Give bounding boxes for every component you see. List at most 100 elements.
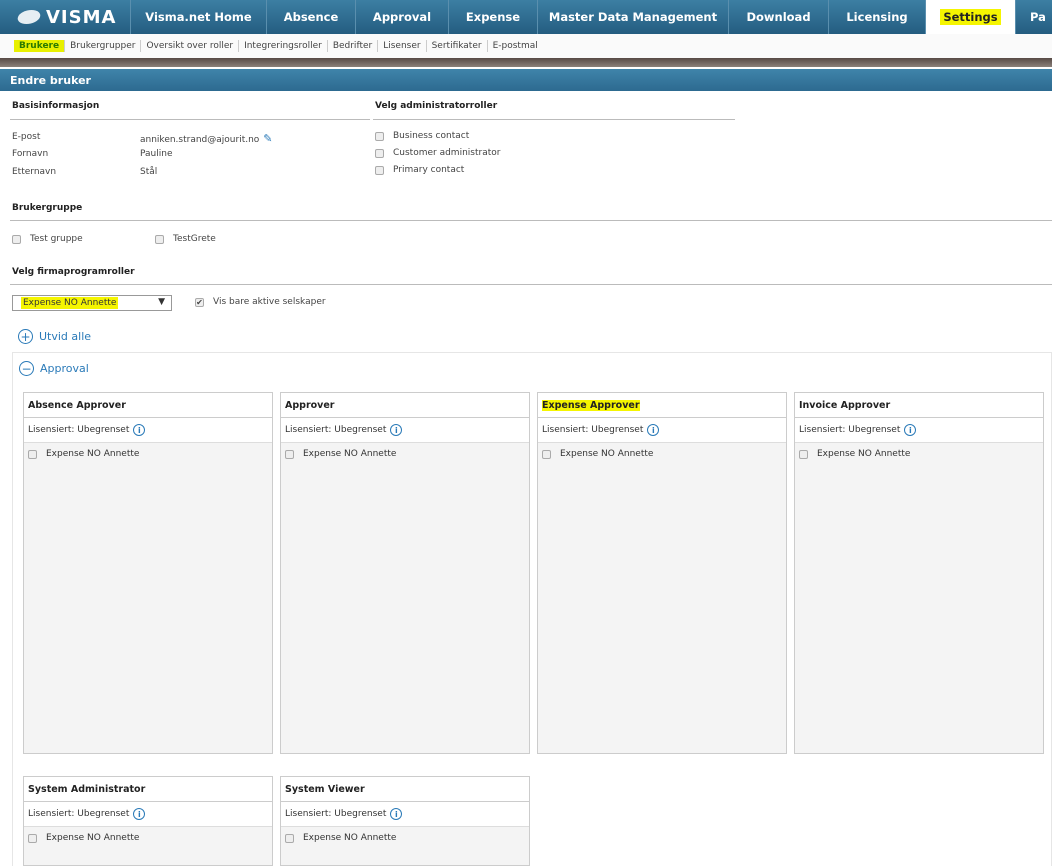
nav-label: Absence [283, 10, 339, 24]
nav-label: Download [746, 10, 811, 24]
section-label: Approval [40, 362, 89, 375]
email-label: E-post [12, 132, 41, 142]
subnav-brukere[interactable]: Brukere [14, 40, 66, 52]
company-label: Expense NO Annette [303, 449, 397, 459]
company-row[interactable]: Expense NO Annette [538, 443, 786, 465]
lastname-label: Etternavn [12, 167, 57, 177]
license-row: Lisensiert: Ubegrenset i [24, 418, 272, 443]
nav-label: Approval [372, 10, 432, 24]
checkbox[interactable] [28, 833, 37, 843]
firm-heading: Velg firmaprogramroller [12, 267, 135, 277]
license-text: Lisensiert: Ubegrenset [28, 425, 130, 435]
company-row[interactable]: Expense NO Annette [795, 443, 1043, 465]
subnav-integreringsroller[interactable]: Integreringsroller [239, 40, 328, 52]
company-label: Expense NO Annette [560, 449, 654, 459]
checkbox[interactable] [375, 165, 384, 175]
selected-value: Expense NO Annette [21, 297, 119, 309]
card-title: System Viewer [281, 777, 529, 802]
card-title: Expense Approver [538, 393, 786, 418]
collapse-approval-button[interactable]: − Approval [19, 361, 89, 376]
group-label: Test gruppe [30, 234, 83, 244]
info-icon[interactable]: i [390, 424, 403, 436]
subnav-oversikt[interactable]: Oversikt over roller [141, 40, 240, 52]
group-heading: Brukergruppe [12, 203, 83, 213]
company-row[interactable]: Expense NO Annette [24, 827, 272, 849]
checkbox[interactable] [285, 833, 294, 843]
nav-label: Expense [465, 10, 521, 24]
expand-all-label: Utvid alle [39, 330, 92, 343]
nav-master-data[interactable]: Master Data Management [537, 0, 728, 34]
license-text: Lisensiert: Ubegrenset [285, 425, 387, 435]
info-icon[interactable]: i [133, 808, 146, 820]
role-card-invoice-approver: Invoice Approver Lisensiert: Ubegrenset i… [794, 392, 1044, 754]
subnav-epostmal[interactable]: E-postmal [488, 40, 543, 52]
nav-expense[interactable]: Expense [448, 0, 537, 34]
admin-role-customer-admin[interactable]: Customer administrator [375, 148, 500, 158]
role-card-system-administrator: System Administrator Lisensiert: Ubegren… [23, 776, 273, 866]
company-row[interactable]: Expense NO Annette [281, 827, 529, 849]
card-title: Approver [281, 393, 529, 418]
card-title-text: Expense Approver [542, 400, 640, 411]
company-label: Expense NO Annette [46, 833, 140, 843]
edit-pencil-icon[interactable]: ✎ [263, 132, 272, 145]
company-row[interactable]: Expense NO Annette [281, 443, 529, 465]
nav-download[interactable]: Download [728, 0, 828, 34]
license-row: Lisensiert: Ubegrenset i [795, 418, 1043, 443]
company-row[interactable]: Expense NO Annette [24, 443, 272, 465]
role-card-absence-approver: Absence Approver Lisensiert: Ubegrenset i… [23, 392, 273, 754]
visma-logo[interactable]: VISMA [0, 0, 130, 34]
nav-approval[interactable]: Approval [355, 0, 448, 34]
group-testgrete[interactable]: TestGrete [155, 234, 216, 244]
card-title: Invoice Approver [795, 393, 1043, 418]
lastname-value: Stål [140, 167, 158, 177]
role-label: Primary contact [393, 165, 465, 175]
logo-icon [15, 10, 43, 24]
subnav-brukergrupper[interactable]: Brukergrupper [65, 40, 142, 52]
info-icon[interactable]: i [390, 808, 403, 820]
admin-role-primary-contact[interactable]: Primary contact [375, 165, 464, 175]
checkbox[interactable] [542, 449, 551, 459]
license-row: Lisensiert: Ubegrenset i [24, 802, 272, 827]
nav-label: Visma.net Home [145, 10, 252, 24]
nav-visma-home[interactable]: Visma.net Home [130, 0, 266, 34]
dropdown-arrow-icon: ▼ [158, 297, 165, 307]
subnav-lisenser[interactable]: Lisenser [378, 40, 427, 52]
checkbox[interactable] [28, 449, 37, 459]
expand-all-button[interactable]: + Utvid alle [18, 329, 91, 344]
admin-role-business-contact[interactable]: Business contact [375, 131, 469, 141]
checkbox[interactable] [375, 148, 384, 158]
role-card-system-viewer: System Viewer Lisensiert: Ubegrenset i Ex… [280, 776, 530, 866]
subnav-sertifikater[interactable]: Sertifikater [427, 40, 488, 52]
checkbox[interactable] [375, 131, 384, 141]
nav-pa[interactable]: Pa [1015, 0, 1052, 34]
info-icon[interactable]: i [133, 424, 146, 436]
checkbox[interactable] [12, 234, 21, 244]
info-icon[interactable]: i [904, 424, 917, 436]
nav-settings[interactable]: Settings [925, 0, 1015, 34]
license-text: Lisensiert: Ubegrenset [28, 809, 130, 819]
email-text: anniken.strand@ajourit.no [140, 135, 260, 145]
checkbox-checked[interactable]: ✔ [195, 297, 204, 307]
basis-heading: Basisinformasjon [12, 101, 100, 111]
info-icon[interactable]: i [647, 424, 660, 436]
divider [10, 220, 1052, 221]
subnav-bedrifter[interactable]: Bedrifter [328, 40, 379, 52]
nav-label: Pa [1030, 10, 1046, 24]
company-select[interactable]: Expense NO Annette ▼ [12, 295, 172, 311]
nav-licensing[interactable]: Licensing [828, 0, 925, 34]
checkbox[interactable] [799, 449, 808, 459]
checkbox[interactable] [285, 449, 294, 459]
page-title: Endre bruker [0, 69, 1052, 91]
active-only-checkbox[interactable]: ✔ Vis bare aktive selskaper [195, 297, 326, 307]
nav-absence[interactable]: Absence [266, 0, 355, 34]
firstname-label: Fornavn [12, 149, 49, 159]
role-label: Business contact [393, 131, 470, 141]
checkbox[interactable] [155, 234, 164, 244]
card-title: Absence Approver [24, 393, 272, 418]
nav-label: Master Data Management [548, 10, 718, 24]
nav-label: Settings [940, 9, 1001, 25]
role-card-approver: Approver Lisensiert: Ubegrenset i Expense… [280, 392, 530, 754]
group-test-gruppe[interactable]: Test gruppe [12, 234, 83, 244]
company-label: Expense NO Annette [817, 449, 911, 459]
company-label: Expense NO Annette [46, 449, 140, 459]
